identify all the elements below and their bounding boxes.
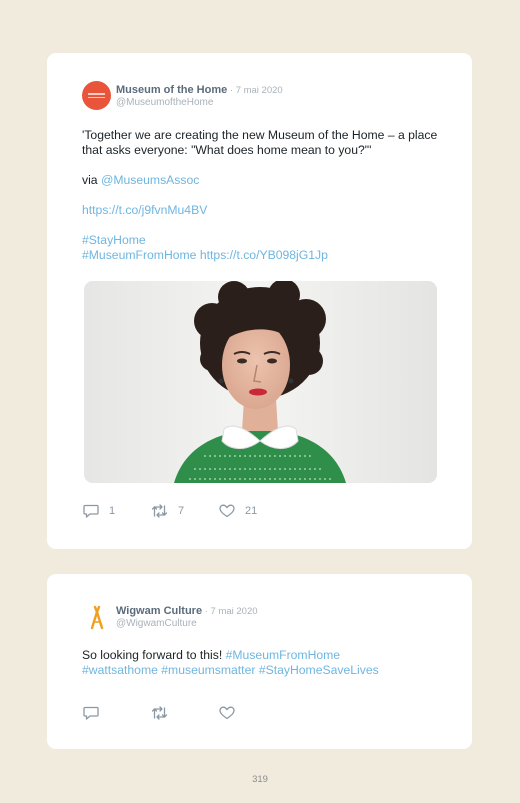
tweet-card: Wigwam Culture · 7 mai 2020 @WigwamCultu…: [47, 574, 472, 749]
page-number: 319: [252, 774, 268, 785]
display-name[interactable]: Museum of the Home: [116, 84, 227, 96]
hashtag-link[interactable]: #StayHomeSaveLives: [259, 663, 379, 677]
author-block: Wigwam Culture · 7 mai 2020 @WigwamCultu…: [116, 604, 258, 630]
retweet-icon: [151, 504, 168, 518]
author-block: Museum of the Home · 7 mai 2020 @Museumo…: [116, 83, 283, 109]
tweet-text: 'Together we are creating the new Museum…: [82, 128, 447, 263]
museum-of-the-home-logo-icon[interactable]: [82, 81, 111, 110]
reply-count: 1: [109, 505, 116, 517]
retweet-button[interactable]: 7: [151, 504, 219, 518]
mention-link[interactable]: @MuseumsAssoc: [101, 173, 199, 187]
tweet-date[interactable]: 7 mai 2020: [211, 606, 258, 617]
hashtag-link[interactable]: #MuseumFromHome: [82, 248, 196, 262]
separator: ·: [202, 605, 211, 617]
tweet-photo[interactable]: [84, 281, 437, 483]
tweet-plain-text: So looking forward to this!: [82, 648, 226, 662]
retweet-icon: [151, 706, 168, 720]
reply-button[interactable]: 1: [83, 504, 151, 518]
portrait-photo: [84, 281, 437, 483]
like-button[interactable]: 21: [219, 504, 287, 518]
retweet-button[interactable]: [151, 706, 219, 720]
tweet-header: Wigwam Culture · 7 mai 2020 @WigwamCultu…: [82, 602, 258, 631]
heart-icon: [219, 504, 235, 518]
tweet-header: Museum of the Home · 7 mai 2020 @Museumo…: [82, 81, 283, 110]
url-link[interactable]: https://t.co/YB098jG1Jp: [200, 248, 328, 262]
tweet-actions: [83, 706, 287, 720]
hashtag-link[interactable]: #wattsathome: [82, 663, 158, 677]
hashtag-link[interactable]: #museumsmatter: [161, 663, 255, 677]
tweet-quote: 'Together we are creating the new Museum…: [82, 128, 438, 157]
url-link[interactable]: https://t.co/j9fvnMu4BV: [82, 203, 207, 217]
user-handle[interactable]: @WigwamCulture: [116, 618, 258, 630]
reply-button[interactable]: [83, 706, 151, 720]
hashtag-link[interactable]: #StayHome: [82, 233, 146, 247]
hashtag-link[interactable]: #MuseumFromHome: [226, 648, 340, 662]
tweet-date[interactable]: 7 mai 2020: [236, 85, 283, 96]
user-handle[interactable]: @MuseumoftheHome: [116, 97, 283, 109]
reply-icon: [83, 706, 99, 720]
display-name[interactable]: Wigwam Culture: [116, 605, 202, 617]
tweet-actions: 1 7 21: [83, 504, 287, 518]
separator: ·: [227, 84, 236, 96]
reply-icon: [83, 504, 99, 518]
tweet-text: So looking forward to this! #MuseumFromH…: [82, 648, 447, 678]
wigwam-logo-icon[interactable]: [82, 602, 111, 631]
like-count: 21: [245, 505, 258, 517]
retweet-count: 7: [178, 505, 185, 517]
tweet-card: Museum of the Home · 7 mai 2020 @Museumo…: [47, 53, 472, 549]
via-prefix: via: [82, 173, 101, 187]
heart-icon: [219, 706, 235, 720]
like-button[interactable]: [219, 706, 287, 720]
